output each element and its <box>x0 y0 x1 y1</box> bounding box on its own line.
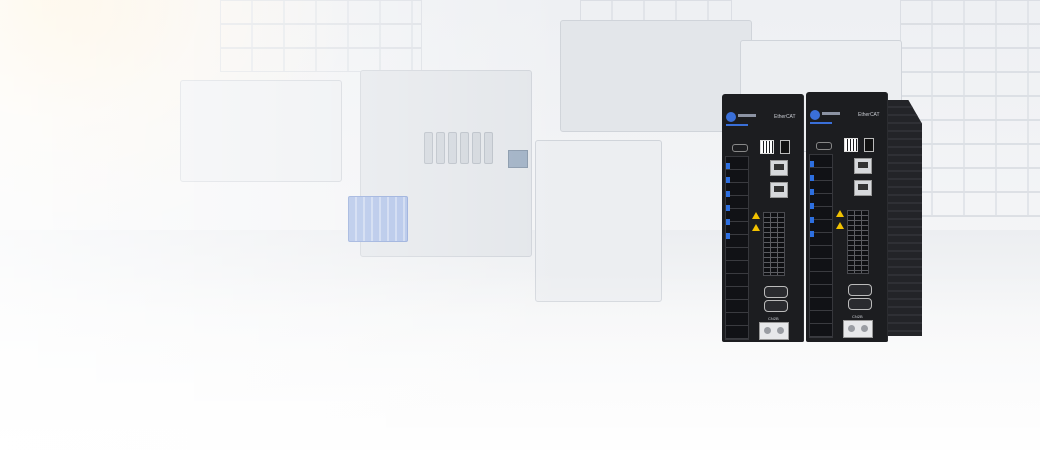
terminal-marker <box>810 175 814 181</box>
encoder-connector <box>764 300 788 312</box>
brand-subtext <box>810 122 832 124</box>
brand-subtext <box>726 124 748 126</box>
terminal-marker <box>810 203 814 209</box>
terminal-marker <box>726 219 730 225</box>
brand-logo-icon <box>810 110 820 120</box>
io-connector <box>763 212 785 276</box>
connector-label: CN2B <box>852 314 863 319</box>
drive-front-panel: EtherCAT CN2B <box>722 94 804 342</box>
terminal-marker <box>810 161 814 167</box>
ethercat-label: EtherCAT <box>774 114 796 120</box>
encoder-connector <box>764 286 788 298</box>
usb-port <box>864 138 874 152</box>
status-led <box>816 142 832 150</box>
warning-icon <box>752 224 760 231</box>
terminal-marker <box>726 163 730 169</box>
brand-text <box>738 114 756 117</box>
terminal-marker <box>810 189 814 195</box>
warning-icon <box>836 222 844 229</box>
encoder-connector <box>848 284 872 296</box>
status-led <box>732 144 748 152</box>
terminal-marker <box>726 177 730 183</box>
io-connector <box>847 210 869 274</box>
connector-label: CN2B <box>768 316 779 321</box>
drive-front-panel: EtherCAT CN2B <box>806 92 888 342</box>
terminal-marker <box>810 217 814 223</box>
terminal-marker <box>810 231 814 237</box>
power-terminal <box>759 322 789 340</box>
qr-code-icon <box>760 140 774 154</box>
warning-icon <box>752 212 760 219</box>
drive-side-heatsink <box>888 100 922 336</box>
power-terminal <box>843 320 873 338</box>
terminal-marker <box>726 205 730 211</box>
encoder-connector <box>848 298 872 310</box>
qr-code-icon <box>844 138 858 152</box>
brand-text <box>822 112 840 115</box>
terminal-marker <box>726 233 730 239</box>
terminal-block <box>809 154 833 338</box>
terminal-block <box>725 156 749 340</box>
ethercat-label: EtherCAT <box>858 112 880 118</box>
ethernet-port-out <box>770 182 788 198</box>
ethernet-port-in <box>854 158 872 174</box>
ethernet-port-in <box>770 160 788 176</box>
brand-logo-icon <box>726 112 736 122</box>
terminal-marker <box>726 191 730 197</box>
warning-icon <box>836 210 844 217</box>
hero-banner: EtherCAT CN2B EtherCAT CN2B <box>0 0 1040 450</box>
usb-port <box>780 140 790 154</box>
ethernet-port-out <box>854 180 872 196</box>
